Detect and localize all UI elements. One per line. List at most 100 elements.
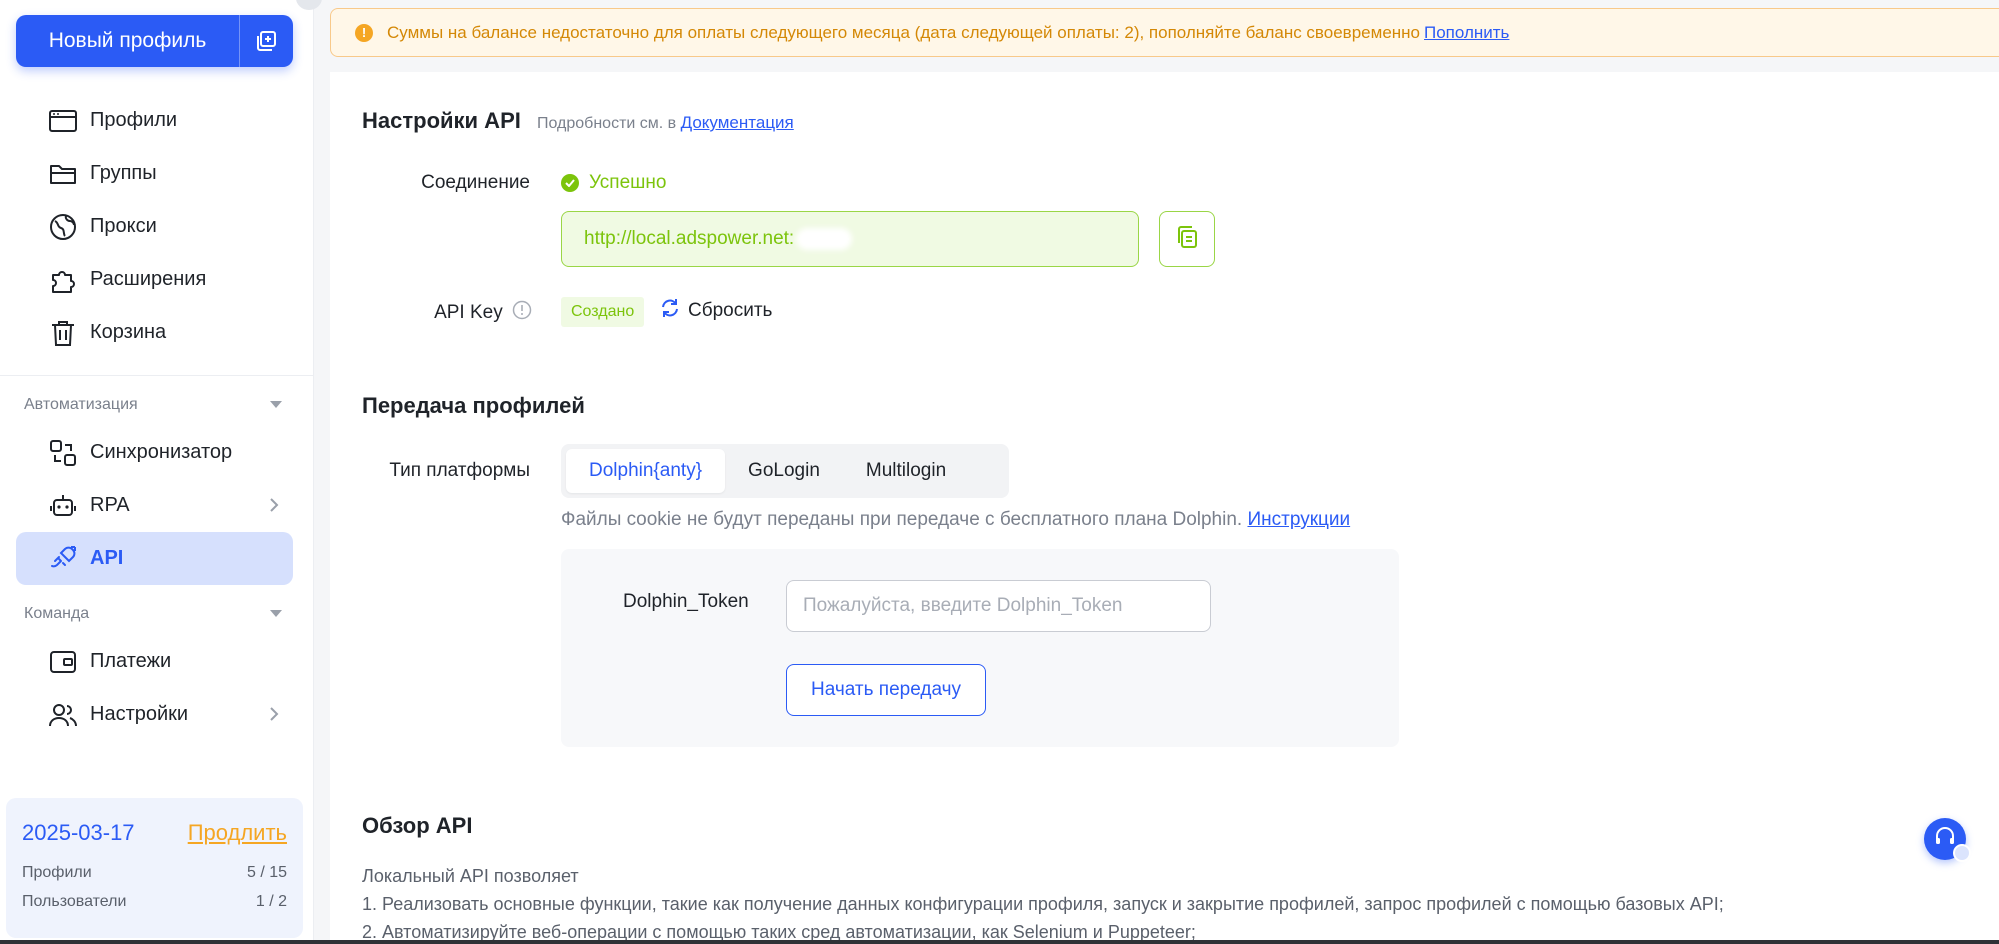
sidebar-item-proxy[interactable]: Прокси <box>16 200 293 253</box>
api-key-label: API Key <box>434 302 503 323</box>
team-header-label: Команда <box>24 605 90 622</box>
plug-icon <box>48 544 78 574</box>
sidebar-item-payments[interactable]: Платежи <box>16 635 293 688</box>
note-text: Подробности см. в <box>537 115 677 132</box>
plan-users-value: 1 / 2 <box>255 893 287 910</box>
plan-profiles-label: Профили <box>22 864 92 881</box>
main-content: Настройки API Подробности см. в Документ… <box>330 72 1999 944</box>
sidebar: Новый профиль Профили Группы Прокси Расш… <box>0 0 314 944</box>
headset-icon <box>1934 826 1956 853</box>
team-nav: Платежи Настройки <box>16 635 293 741</box>
sidebar-item-label: Расширения <box>90 268 207 290</box>
sidebar-divider <box>0 375 314 376</box>
automation-header-label: Автоматизация <box>24 396 138 413</box>
main-nav: Профили Группы Прокси Расширения Корзина <box>16 94 293 359</box>
warning-icon: ! <box>355 23 373 42</box>
api-url-field: http://local.adspower.net: <box>561 211 1139 267</box>
team-section-header[interactable]: Команда <box>24 605 282 623</box>
add-profile-icon[interactable] <box>240 15 293 67</box>
automation-section-header[interactable]: Автоматизация <box>24 396 282 414</box>
chevron-right-icon <box>269 496 279 519</box>
caret-down-icon <box>270 396 282 414</box>
api-settings-note: Подробности см. в Документация <box>537 113 794 133</box>
sidebar-item-label: Платежи <box>90 650 172 672</box>
connection-status-text: Успешно <box>589 172 667 193</box>
api-url-text: http://local.adspower.net: <box>584 228 795 249</box>
copy-url-button[interactable] <box>1159 211 1215 267</box>
wallet-icon <box>48 647 78 677</box>
sidebar-item-extensions[interactable]: Расширения <box>16 253 293 306</box>
reset-api-key-button[interactable]: Сбросить <box>660 298 772 324</box>
sidebar-item-label: Синхронизатор <box>90 441 233 463</box>
api-settings-title: Настройки API <box>362 108 521 133</box>
automation-nav: Синхронизатор RPA API <box>16 426 293 585</box>
tab-dolphin[interactable]: Dolphin{anty} <box>566 449 726 493</box>
copy-icon <box>1174 224 1200 255</box>
chat-badge-icon <box>1953 844 1971 862</box>
overview-line: 1. Реализовать основные функции, такие к… <box>362 894 1724 914</box>
overview-line: Локальный API позволяет <box>362 866 579 886</box>
platform-type-label: Тип платформы <box>389 460 530 481</box>
token-panel: Dolphin_Token Начать передачу <box>561 549 1399 747</box>
top-up-link[interactable]: Пополнить <box>1424 23 1509 43</box>
info-icon[interactable] <box>512 300 532 326</box>
support-button[interactable] <box>1924 818 1971 862</box>
trash-icon <box>48 318 78 348</box>
reset-label: Сбросить <box>688 300 773 321</box>
sidebar-item-profiles[interactable]: Профили <box>16 94 293 147</box>
sidebar-item-api[interactable]: API <box>16 532 293 585</box>
plan-card: 2025-03-17 Продлить Профили 5 / 15 Польз… <box>6 798 303 938</box>
caret-down-icon <box>270 605 282 623</box>
cookie-hint: Файлы cookie не будут переданы при перед… <box>561 509 1350 531</box>
dolphin-token-label: Dolphin_Token <box>623 591 749 612</box>
alert-text: Суммы на балансе недостаточно для оплаты… <box>387 22 1420 42</box>
sidebar-item-label: Корзина <box>90 321 167 343</box>
start-transfer-button[interactable]: Начать передачу <box>786 664 986 716</box>
new-profile-label: Новый профиль <box>48 29 207 52</box>
plan-users-row: Пользователи 1 / 2 <box>22 893 287 911</box>
sidebar-item-trash[interactable]: Корзина <box>16 306 293 359</box>
folder-icon <box>48 159 78 189</box>
plan-expiry-date: 2025-03-17 <box>22 820 135 845</box>
robot-icon <box>48 491 78 521</box>
window-bottom-edge <box>0 940 1999 944</box>
sidebar-item-label: RPA <box>90 494 130 516</box>
sidebar-item-label: API <box>90 547 124 569</box>
browser-window-icon <box>48 106 78 136</box>
tab-gologin[interactable]: GoLogin <box>725 449 843 493</box>
documentation-link[interactable]: Документация <box>681 113 794 132</box>
tab-multilogin[interactable]: Multilogin <box>843 449 969 493</box>
transfer-title: Передача профилей <box>362 393 585 418</box>
cookie-hint-text: Файлы cookie не будут переданы при перед… <box>561 509 1243 530</box>
plan-users-label: Пользователи <box>22 893 127 910</box>
redacted-port <box>796 228 853 250</box>
balance-alert: ! Суммы на балансе недостаточно для опла… <box>330 8 1999 57</box>
api-key-label-row: API Key <box>362 300 532 326</box>
sync-icon <box>48 438 78 468</box>
sidebar-item-settings[interactable]: Настройки <box>16 688 293 741</box>
puzzle-icon <box>48 265 78 295</box>
check-circle-icon <box>561 174 579 192</box>
connection-label: Соединение <box>421 172 530 193</box>
dolphin-token-input[interactable] <box>786 580 1211 632</box>
sidebar-item-label: Группы <box>90 162 157 184</box>
users-icon <box>48 700 78 730</box>
sidebar-item-rpa[interactable]: RPA <box>16 479 293 532</box>
new-profile-button[interactable]: Новый профиль <box>16 15 293 67</box>
chevron-right-icon <box>269 705 279 728</box>
sidebar-item-label: Прокси <box>90 215 157 237</box>
sidebar-item-label: Профили <box>90 109 178 131</box>
sidebar-item-groups[interactable]: Группы <box>16 147 293 200</box>
plan-profiles-row: Профили 5 / 15 <box>22 864 287 882</box>
renew-link[interactable]: Продлить <box>188 820 287 846</box>
connection-status: Успешно <box>561 172 666 194</box>
refresh-icon <box>660 298 680 324</box>
platform-tabs: Dolphin{anty} GoLogin Multilogin <box>561 444 1009 498</box>
api-key-status-badge: Создано <box>561 297 645 327</box>
globe-icon <box>48 212 78 242</box>
instructions-link[interactable]: Инструкции <box>1247 509 1350 530</box>
overview-title: Обзор API <box>362 813 473 838</box>
plan-profiles-value: 5 / 15 <box>246 864 287 881</box>
sidebar-item-synchronizer[interactable]: Синхронизатор <box>16 426 293 479</box>
sidebar-item-label: Настройки <box>90 703 189 725</box>
